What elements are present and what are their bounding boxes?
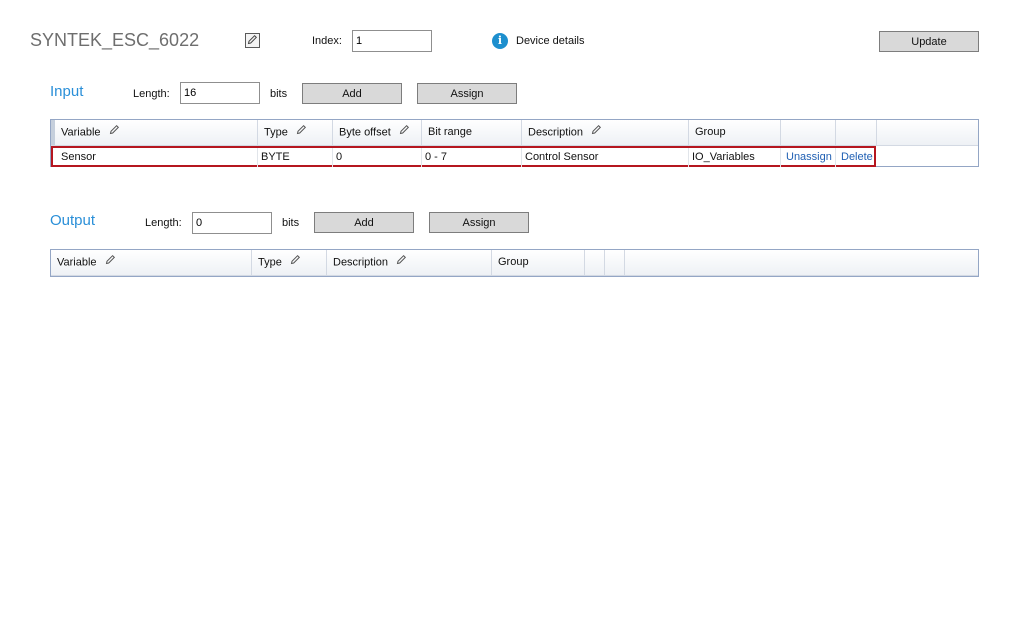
column-label: Bit range bbox=[428, 126, 473, 138]
input-assign-button[interactable]: Assign bbox=[417, 83, 517, 104]
pencil-icon bbox=[399, 120, 410, 145]
column-header-type[interactable]: Type bbox=[258, 120, 333, 145]
column-header-variable[interactable]: Variable bbox=[51, 250, 252, 275]
column-header-action bbox=[836, 120, 877, 145]
column-header-description[interactable]: Description bbox=[327, 250, 492, 275]
column-label: Description bbox=[333, 256, 389, 269]
column-label: Group bbox=[498, 256, 529, 268]
cell-bit-range: 0 - 7 bbox=[422, 148, 522, 167]
pencil-icon bbox=[396, 250, 407, 275]
pencil-icon bbox=[290, 250, 301, 275]
column-header-action bbox=[781, 120, 836, 145]
index-label: Index: bbox=[312, 35, 342, 47]
input-length-label: Length: bbox=[133, 88, 170, 100]
column-header-action bbox=[605, 250, 625, 275]
pencil-icon bbox=[296, 120, 307, 145]
input-length-input[interactable] bbox=[180, 82, 260, 104]
output-variables-table: Variable Type Description Group bbox=[50, 249, 979, 277]
output-section-title: Output bbox=[50, 212, 96, 229]
column-header-description[interactable]: Description bbox=[522, 120, 689, 145]
cell-byte-offset: 0 bbox=[333, 148, 422, 167]
output-length-input[interactable] bbox=[192, 212, 272, 234]
column-header-byte-offset[interactable]: Byte offset bbox=[333, 120, 422, 145]
column-label: Variable bbox=[61, 126, 101, 139]
edit-device-name-button[interactable] bbox=[245, 33, 260, 48]
info-icon[interactable]: i bbox=[492, 33, 508, 49]
input-table-header: Variable Type Byte offset Bit range Desc… bbox=[51, 120, 978, 146]
column-label: Description bbox=[528, 126, 584, 139]
input-add-button[interactable]: Add bbox=[302, 83, 402, 104]
output-add-button[interactable]: Add bbox=[314, 212, 414, 233]
pencil-icon bbox=[247, 34, 258, 48]
input-bits-label: bits bbox=[270, 88, 288, 100]
table-row[interactable]: Sensor BYTE 0 0 - 7 Control Sensor IO_Va… bbox=[51, 146, 876, 167]
cell-group: IO_Variables bbox=[689, 148, 781, 167]
column-header-group[interactable]: Group bbox=[492, 250, 585, 275]
output-assign-button[interactable]: Assign bbox=[429, 212, 529, 233]
pencil-icon bbox=[109, 120, 120, 145]
delete-link[interactable]: Delete bbox=[836, 148, 876, 167]
column-label: Byte offset bbox=[339, 126, 391, 139]
column-label: Type bbox=[264, 126, 288, 139]
column-label: Variable bbox=[57, 256, 97, 269]
input-variables-table: Variable Type Byte offset Bit range Desc… bbox=[50, 119, 979, 167]
column-header-variable[interactable]: Variable bbox=[55, 120, 258, 145]
cell-type: BYTE bbox=[258, 148, 333, 167]
pencil-icon bbox=[591, 120, 602, 145]
column-label: Group bbox=[695, 126, 726, 138]
update-button[interactable]: Update bbox=[879, 31, 979, 52]
index-input[interactable] bbox=[352, 30, 432, 52]
cell-description: Control Sensor bbox=[522, 148, 689, 167]
column-header-type[interactable]: Type bbox=[252, 250, 327, 275]
column-label: Type bbox=[258, 256, 282, 269]
pencil-icon bbox=[105, 250, 116, 275]
output-bits-label: bits bbox=[282, 217, 300, 229]
device-details-link[interactable]: Device details bbox=[516, 35, 584, 47]
cell-variable: Sensor bbox=[58, 148, 258, 167]
unassign-link[interactable]: Unassign bbox=[781, 148, 836, 167]
output-table-header: Variable Type Description Group bbox=[51, 250, 978, 276]
output-length-label: Length: bbox=[145, 217, 182, 229]
column-header-action bbox=[585, 250, 605, 275]
column-header-bit-range[interactable]: Bit range bbox=[422, 120, 522, 145]
device-name: SYNTEK_ESC_6022 bbox=[30, 30, 200, 50]
input-section-title: Input bbox=[50, 83, 84, 100]
column-header-group[interactable]: Group bbox=[689, 120, 781, 145]
